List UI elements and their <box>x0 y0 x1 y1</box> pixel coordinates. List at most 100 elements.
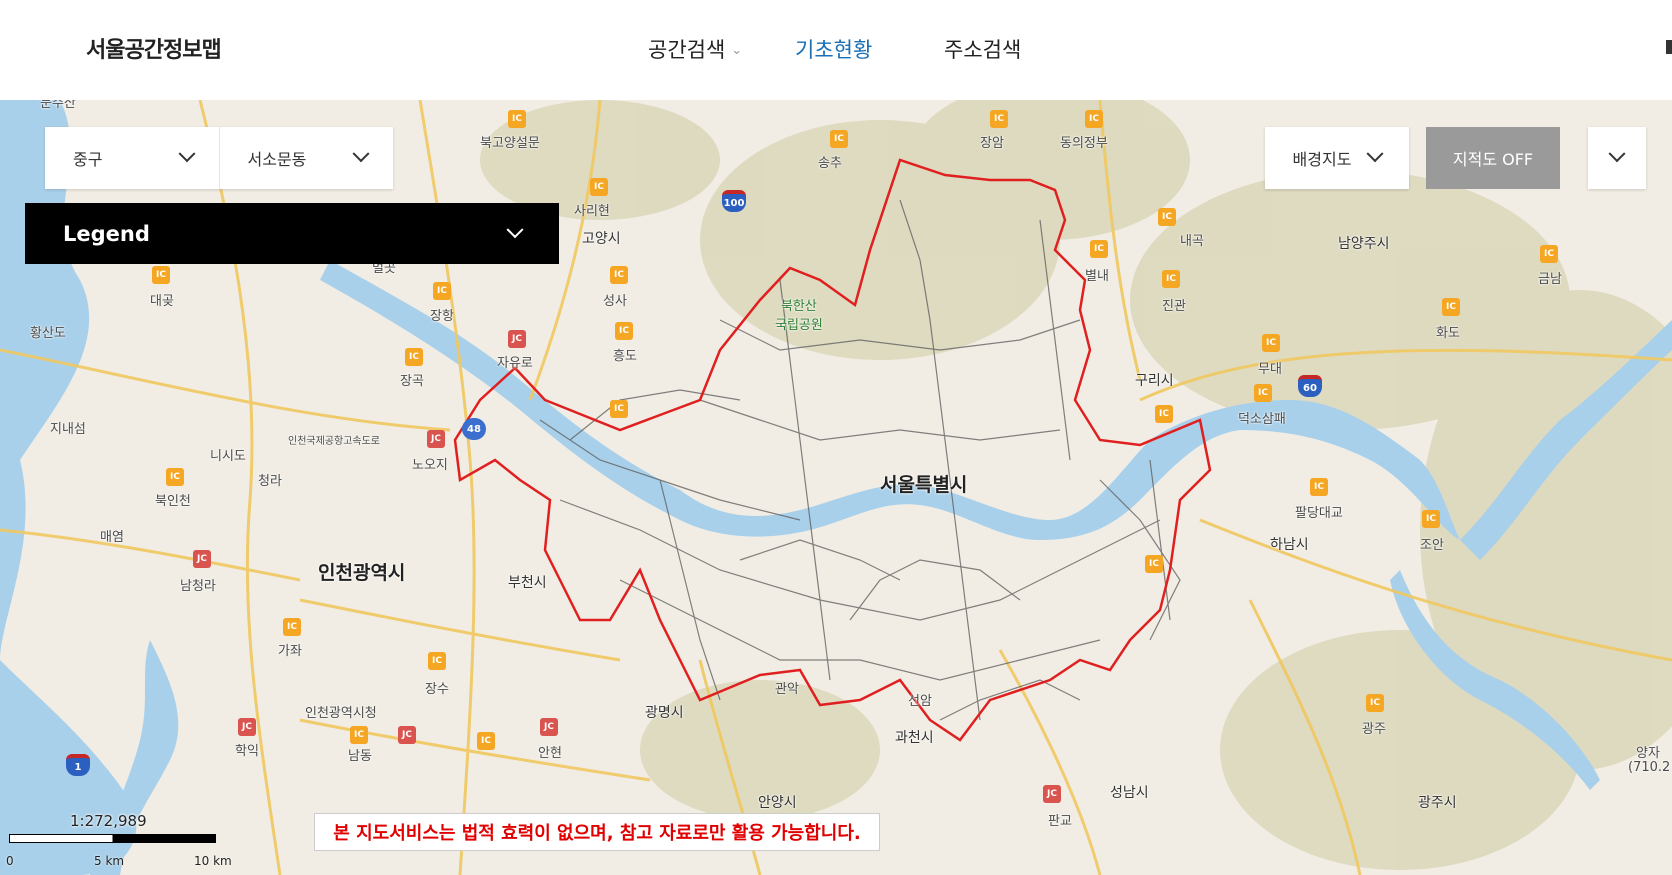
map-label: 송추 <box>818 156 842 171</box>
map-label: 조안 <box>1420 538 1444 553</box>
nav-address-search[interactable]: 주소검색 <box>944 34 1021 64</box>
district-dropdown[interactable]: 중구 <box>45 127 219 189</box>
chevron-down-icon <box>352 145 370 163</box>
scale-tick: 5 km <box>94 854 125 868</box>
map-label: 동의정부 <box>1060 136 1108 151</box>
jc-marker-icon: JC <box>238 718 256 736</box>
ic-marker-icon: IC <box>1145 555 1163 573</box>
map-label: 고양시 <box>582 231 621 247</box>
map-label: 무대 <box>1258 362 1282 377</box>
map-label: 인천광역시청 <box>305 706 377 721</box>
ic-marker-icon: IC <box>1262 334 1280 352</box>
map-label: 과천시 <box>895 730 934 746</box>
chevron-down-icon <box>178 145 195 163</box>
jc-marker-icon: JC <box>1043 785 1061 803</box>
ic-marker-icon: IC <box>990 110 1008 128</box>
nav-address-search-label: 주소검색 <box>944 38 1022 62</box>
ic-marker-icon: IC <box>1158 208 1176 226</box>
legend-label: Legend <box>63 221 150 246</box>
ic-marker-icon: IC <box>1162 270 1180 288</box>
map-label: 북고양설문 <box>480 136 540 151</box>
nav-spatial-search-label: 공간검색 <box>648 38 726 62</box>
map-label: 대곶 <box>150 294 174 309</box>
jc-marker-icon: JC <box>193 550 211 568</box>
neighborhood-dropdown[interactable]: 서소문동 <box>218 127 394 189</box>
ic-marker-icon: IC <box>1442 298 1460 316</box>
ic-marker-icon: IC <box>1422 510 1440 528</box>
legend-toggle[interactable]: Legend <box>25 203 559 264</box>
scale-ratio: 1:272,989 <box>70 812 147 830</box>
ic-marker-icon: IC <box>166 468 184 486</box>
map-label: (710.2 <box>1628 760 1671 775</box>
map-label: 남양주시 <box>1338 236 1390 252</box>
map-label: 덕소삼패 <box>1238 412 1286 427</box>
scrollbar-edge <box>1666 40 1672 54</box>
ic-marker-icon: IC <box>508 110 526 128</box>
expand-panel-button[interactable] <box>1588 127 1646 189</box>
map-label: 양자 <box>1636 746 1660 761</box>
map-label: 황산도 <box>30 326 66 341</box>
ic-marker-icon: IC <box>428 652 446 670</box>
map-scale: 1:272,989 0 5 km 10 km <box>0 812 240 872</box>
neighborhood-value: 서소문동 <box>247 150 307 169</box>
map-label: 화도 <box>1436 326 1460 341</box>
ic-marker-icon: IC <box>610 266 628 284</box>
ic-marker-icon: IC <box>615 322 633 340</box>
ic-marker-icon: IC <box>1540 245 1558 263</box>
ic-marker-icon: IC <box>433 282 451 300</box>
scale-tick: 10 km <box>194 854 232 868</box>
nav-basic-status-label: 기초현황 <box>795 38 873 62</box>
district-value: 중구 <box>73 150 103 169</box>
ic-marker-icon: IC <box>152 266 170 284</box>
ic-marker-icon: IC <box>1366 694 1384 712</box>
ic-marker-icon: IC <box>350 726 368 744</box>
highway-shield-icon: 100 <box>722 190 746 212</box>
map-label: 구리시 <box>1135 373 1174 389</box>
map-label: 청라 <box>258 474 282 489</box>
basemap-label: 배경지도 <box>1292 150 1352 169</box>
map-label: 서울특별시 <box>880 474 968 496</box>
nav-spatial-search[interactable]: 공간검색 ⌄ <box>648 34 742 64</box>
map-label: 안양시 <box>758 795 797 811</box>
ic-marker-icon: IC <box>477 732 495 750</box>
basemap-dropdown[interactable]: 배경지도 <box>1265 127 1409 189</box>
ic-marker-icon: IC <box>830 130 848 148</box>
cadastral-toggle-button[interactable]: 지적도 OFF <box>1426 127 1560 189</box>
ic-marker-icon: IC <box>610 400 628 418</box>
jc-marker-icon: JC <box>398 726 416 744</box>
ic-marker-icon: IC <box>405 348 423 366</box>
region-selector: 중구 서소문동 <box>45 127 393 189</box>
map-label: 하남시 <box>1270 537 1309 553</box>
map-label: 인천국제공항고속도로 <box>288 436 380 447</box>
map-label: 북한산 국립공원 <box>775 299 823 333</box>
map-label: 내곡 <box>1180 234 1204 249</box>
map-label: 광명시 <box>645 705 684 721</box>
map-label: 성사 <box>603 294 627 309</box>
map-label: 지내섬 <box>50 422 86 437</box>
map-label: 흥도 <box>613 349 637 364</box>
highway-shield-icon: 48 <box>462 418 486 440</box>
map-label: 관악 <box>775 682 799 697</box>
nav-basic-status[interactable]: 기초현황 <box>795 34 872 64</box>
chevron-down-icon <box>506 220 524 238</box>
chevron-down-icon <box>1366 145 1384 163</box>
jc-marker-icon: JC <box>427 430 445 448</box>
map-label: 남청라 <box>180 579 216 594</box>
map-label: 장곡 <box>400 374 424 389</box>
map-label: 노오지 <box>412 458 448 473</box>
map-label: 니시도 <box>210 449 246 464</box>
disclaimer-banner: 본 지도서비스는 법적 효력이 없으며, 참고 자료로만 활용 가능합니다. <box>314 813 880 851</box>
main-nav: 공간검색 ⌄ 기초현황 주소검색 <box>0 34 1672 64</box>
ic-marker-icon: IC <box>1085 110 1103 128</box>
map-label: 금남 <box>1538 272 1562 287</box>
map-label: 광주 <box>1362 722 1386 737</box>
jc-marker-icon: JC <box>508 330 526 348</box>
header: 서울공간정보맵 공간검색 ⌄ 기초현황 주소검색 <box>0 0 1672 100</box>
map-label: 판교 <box>1048 814 1072 829</box>
highway-shield-icon: 60 <box>1298 375 1322 397</box>
scale-tick: 0 <box>6 854 14 868</box>
ic-marker-icon: IC <box>1090 240 1108 258</box>
chevron-down-icon: ⌄ <box>731 42 743 58</box>
chevron-down-icon <box>1608 145 1626 163</box>
ic-marker-icon: IC <box>1254 384 1272 402</box>
